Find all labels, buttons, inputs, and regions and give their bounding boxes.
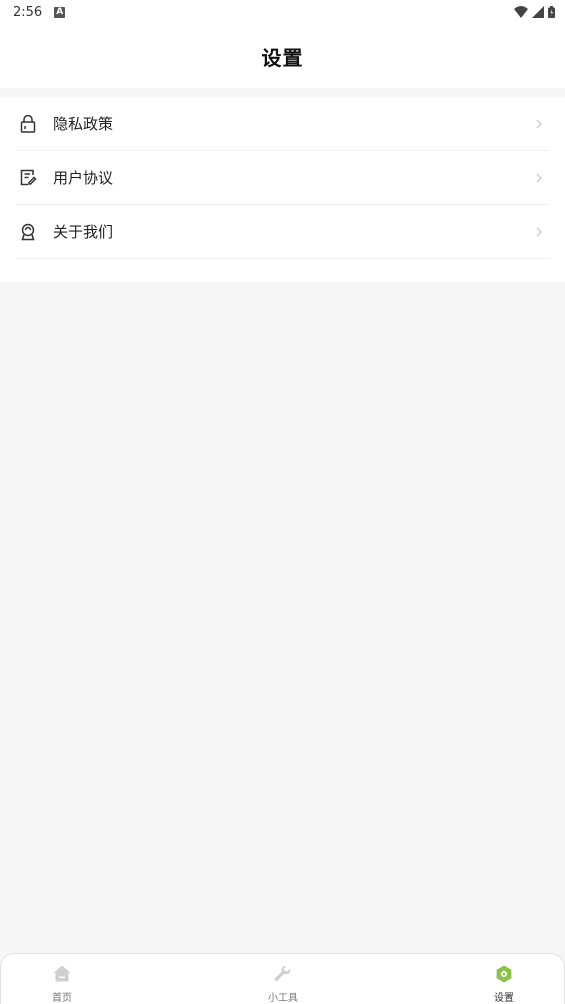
menu-item-about-us[interactable]: 关于我们 [16, 205, 549, 259]
battery-icon [548, 3, 555, 22]
wrench-icon [273, 964, 293, 983]
notification-icon: A [54, 6, 66, 18]
lock-icon [18, 114, 38, 134]
menu-item-label: 隐私政策 [53, 115, 114, 133]
chevron-right-icon [535, 224, 543, 238]
page-title: 设置 [261, 45, 304, 70]
tab-settings[interactable]: 设置 [464, 964, 544, 1004]
status-left: 2:56 A [13, 4, 66, 20]
wifi-icon [514, 3, 528, 22]
status-right [514, 3, 555, 22]
chevron-right-icon [535, 116, 543, 130]
bottom-tab-bar: 首页 小工具 设置 [0, 953, 565, 1004]
settings-menu: 隐私政策 用户协议 关于我们 [0, 97, 565, 282]
document-edit-icon [18, 168, 38, 188]
signal-icon [532, 3, 544, 22]
status-bar: 2:56 A [0, 0, 565, 24]
badge-icon [18, 222, 38, 242]
gear-icon [494, 964, 514, 983]
menu-item-label: 关于我们 [53, 223, 114, 241]
page-header: 设置 [0, 24, 565, 88]
tab-tools[interactable]: 小工具 [243, 964, 323, 1004]
home-icon [52, 964, 72, 983]
chevron-right-icon [535, 170, 543, 184]
tab-label: 设置 [494, 993, 514, 1004]
tab-label: 首页 [52, 993, 72, 1004]
menu-item-user-agreement[interactable]: 用户协议 [16, 151, 549, 205]
menu-item-label: 用户协议 [53, 169, 114, 187]
tab-label: 小工具 [268, 993, 298, 1004]
menu-item-privacy-policy[interactable]: 隐私政策 [16, 97, 549, 151]
tab-home[interactable]: 首页 [22, 964, 102, 1004]
status-time: 2:56 [13, 4, 43, 20]
